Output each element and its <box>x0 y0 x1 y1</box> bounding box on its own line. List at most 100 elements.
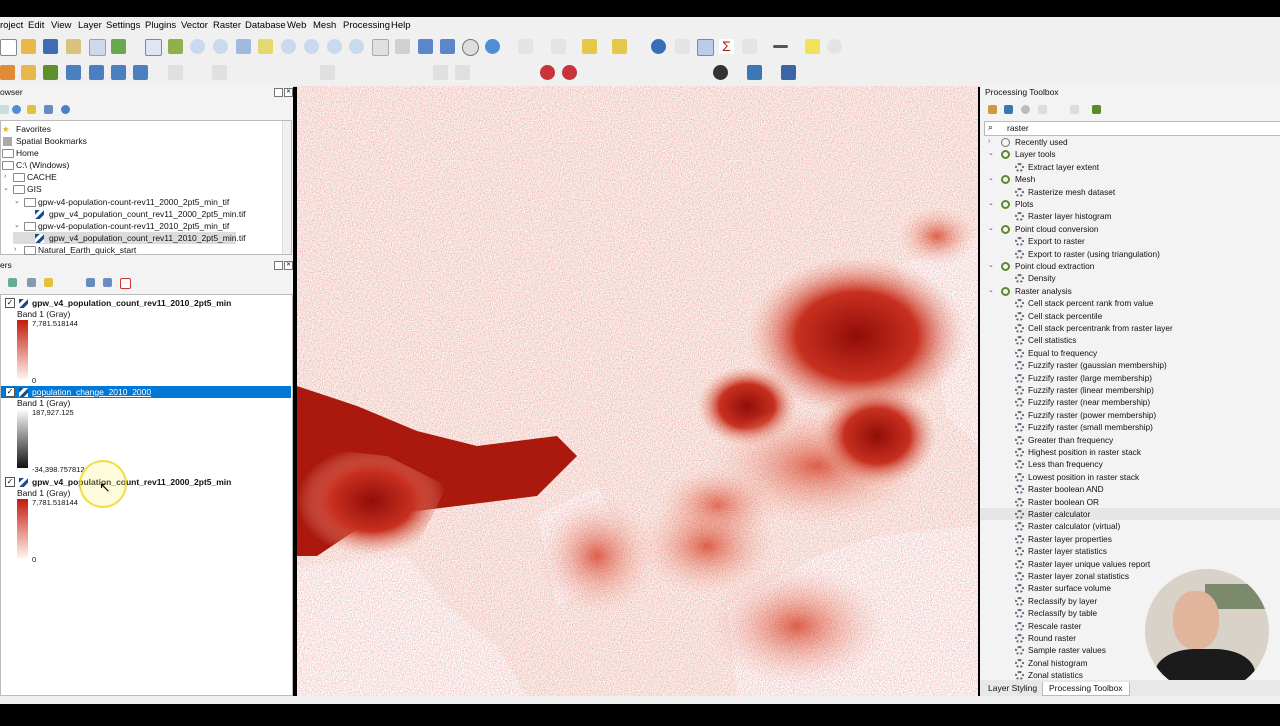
zoom-layer-icon[interactable] <box>281 39 296 54</box>
menu-vector[interactable]: Vector <box>181 20 208 31</box>
pan-icon[interactable] <box>145 39 162 56</box>
filter-browser-icon[interactable] <box>27 105 36 114</box>
expand-arrow-icon[interactable]: › <box>14 244 16 256</box>
show-bookmarks-icon[interactable] <box>440 39 455 54</box>
save-edits-icon[interactable] <box>212 65 227 80</box>
refresh-browser-icon[interactable] <box>12 105 21 114</box>
collapse-arrow-icon[interactable]: ⌄ <box>988 148 994 160</box>
new-geopackage-icon[interactable] <box>21 65 36 80</box>
close-panel-icon[interactable]: ✕ <box>284 88 293 97</box>
history-icon[interactable] <box>1021 105 1030 114</box>
edit-pencil-icon[interactable] <box>168 65 183 80</box>
new-virtual-layer-icon[interactable] <box>111 65 126 80</box>
toolbox-algorithm[interactable]: Raster boolean OR <box>980 496 1280 508</box>
toolbox-algorithm[interactable]: Raster boolean AND <box>980 483 1280 495</box>
save-project-icon[interactable] <box>43 39 58 54</box>
toolbox-algorithm[interactable]: Raster layer unique values report <box>980 558 1280 570</box>
expand-arrow-icon[interactable]: › <box>4 171 6 183</box>
new-3d-view-icon[interactable] <box>395 39 410 54</box>
new-project-icon[interactable] <box>0 39 17 56</box>
plugin-icon[interactable] <box>713 65 728 80</box>
label-toolbar-icon[interactable] <box>562 65 577 80</box>
temporal-controller-icon[interactable] <box>462 39 479 56</box>
bookmark-icon[interactable] <box>418 39 433 54</box>
tab-layer-styling[interactable]: Layer Styling <box>982 682 1043 695</box>
menu-mesh[interactable]: Mesh <box>313 20 336 31</box>
toolbox-algorithm[interactable]: Raster calculator <box>980 508 1280 521</box>
toolbox-algorithm[interactable]: Raster layer histogram <box>980 210 1280 222</box>
toolbox-algorithm[interactable]: Less than frequency <box>980 458 1280 470</box>
toolbox-algorithm[interactable]: Density <box>980 272 1280 284</box>
map-canvas[interactable] <box>297 86 978 696</box>
toolbox-algorithm[interactable]: Fuzzify raster (small membership) <box>980 421 1280 433</box>
collapse-arrow-icon[interactable]: ⌄ <box>988 223 994 235</box>
menu-web[interactable]: Web <box>287 20 306 31</box>
edit-features-icon[interactable] <box>1070 105 1079 114</box>
menu-plugins[interactable]: Plugins <box>145 20 176 31</box>
redo-icon[interactable] <box>455 65 470 80</box>
zoom-last-icon[interactable] <box>327 39 342 54</box>
remove-layer-icon[interactable] <box>120 278 131 289</box>
toolbox-algorithm[interactable]: Export to raster (using triangulation) <box>980 248 1280 260</box>
undo-icon[interactable] <box>433 65 448 80</box>
new-shapefile-icon[interactable] <box>43 65 58 80</box>
layout-manager-icon[interactable] <box>111 39 126 54</box>
menu-project[interactable]: roject <box>0 20 23 31</box>
toolbox-algorithm[interactable]: Fuzzify raster (near membership) <box>980 396 1280 408</box>
annotation-icon[interactable] <box>805 39 820 54</box>
info-icon[interactable] <box>61 105 70 114</box>
toolbox-algorithm[interactable]: Export to raster <box>980 235 1280 247</box>
toolbox-algorithm[interactable]: Lowest position in raster stack <box>980 471 1280 483</box>
toolbox-algorithm[interactable]: Highest position in raster stack <box>980 446 1280 458</box>
identify-icon[interactable] <box>651 39 666 54</box>
menu-help[interactable]: Help <box>391 20 411 31</box>
layer-visibility-checkbox[interactable]: ✓ <box>5 477 15 487</box>
zoom-native-icon[interactable] <box>304 39 319 54</box>
toolbox-algorithm[interactable]: Fuzzify raster (power membership) <box>980 409 1280 421</box>
menu-view[interactable]: View <box>51 20 71 31</box>
select-location-icon[interactable] <box>612 39 627 54</box>
add-group-icon[interactable] <box>27 278 36 287</box>
menu-layer[interactable]: Layer <box>78 20 102 31</box>
expand-all-icon[interactable] <box>86 278 95 287</box>
collapse-arrow-icon[interactable]: ⌄ <box>988 173 994 185</box>
expand-arrow-icon[interactable]: › <box>988 136 990 148</box>
menu-settings[interactable]: Settings <box>106 20 140 31</box>
menu-database[interactable]: Database <box>245 20 286 31</box>
label-icon[interactable] <box>540 65 555 80</box>
attribute-table-icon[interactable] <box>675 39 690 54</box>
collapse-all-icon[interactable] <box>103 278 112 287</box>
zoom-in-icon[interactable] <box>190 39 205 54</box>
toolbox-algorithm[interactable]: Raster layer statistics <box>980 545 1280 557</box>
toolbox-algorithm[interactable]: Greater than frequency <box>980 434 1280 446</box>
python-console-icon[interactable] <box>747 65 762 80</box>
zoom-selection-icon[interactable] <box>258 39 273 54</box>
print-layout-icon[interactable] <box>89 39 106 56</box>
zoom-next-icon[interactable] <box>349 39 364 54</box>
float-panel-icon[interactable] <box>274 261 283 270</box>
select-features-icon[interactable] <box>518 39 533 54</box>
tips-icon[interactable] <box>742 39 757 54</box>
deselect-icon[interactable] <box>582 39 597 54</box>
close-panel-icon[interactable]: ✕ <box>284 261 293 270</box>
menu-edit[interactable]: Edit <box>28 20 44 31</box>
pan-to-selection-icon[interactable] <box>168 39 183 54</box>
processing-toolbox-icon[interactable] <box>697 39 714 56</box>
select-by-value-icon[interactable] <box>551 39 566 54</box>
collapse-all-icon[interactable] <box>44 105 53 114</box>
collapse-arrow-icon[interactable]: ⌄ <box>988 260 994 272</box>
toolbox-algorithm[interactable]: Rasterize mesh dataset <box>980 186 1280 198</box>
collapse-arrow-icon[interactable]: ⌄ <box>14 220 20 232</box>
new-map-view-icon[interactable] <box>372 39 389 56</box>
results-icon[interactable] <box>1038 105 1047 114</box>
search-input[interactable]: ⌕ raster <box>984 121 1280 136</box>
menu-processing[interactable]: Processing <box>343 20 390 31</box>
toolbox-algorithm[interactable]: Fuzzify raster (large membership) <box>980 372 1280 384</box>
toolbox-algorithm[interactable]: Cell statistics <box>980 334 1280 346</box>
collapse-arrow-icon[interactable]: ⌄ <box>3 183 9 195</box>
save-as-icon[interactable] <box>66 39 81 54</box>
browser-item-tif-2010[interactable]: gpw_v4_population_count_rev11_2010_2pt5_… <box>13 232 245 244</box>
zoom-out-icon[interactable] <box>213 39 228 54</box>
new-temp-layer-icon[interactable] <box>89 65 104 80</box>
float-panel-icon[interactable] <box>274 88 283 97</box>
